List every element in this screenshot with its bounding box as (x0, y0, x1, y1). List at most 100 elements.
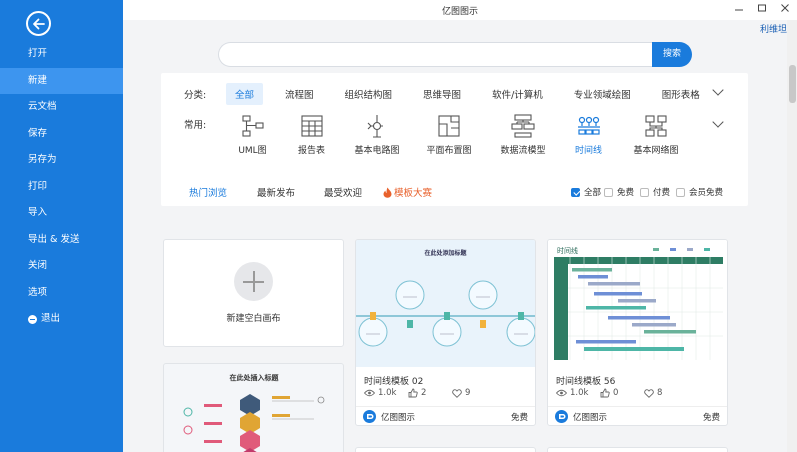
search-button[interactable]: 搜索 (652, 42, 692, 67)
template-card[interactable] (547, 447, 728, 452)
filter-tab-hot[interactable]: 热门浏览 (189, 185, 227, 199)
template-card[interactable]: 在此处插入标题 (163, 363, 344, 452)
sidebar-item-import[interactable]: 导入 (0, 200, 123, 227)
common-item-report[interactable]: 报告表 (282, 113, 341, 156)
filter-bar: 热门浏览 最新发布 最受欢迎 模板大赛 全部 免费 付费 会员免费 (161, 177, 748, 206)
filter-tab-latest[interactable]: 最新发布 (257, 185, 295, 199)
tab-org-chart[interactable]: 组织结构图 (336, 83, 402, 105)
views-stat: 1.0k (364, 388, 408, 398)
filter-check-label: 付费 (653, 188, 671, 198)
tab-professional[interactable]: 专业领域绘图 (565, 83, 640, 105)
filter-check-free[interactable]: 免费 (604, 186, 634, 198)
template-author: 亿图图示 (363, 410, 415, 423)
tab-flowchart[interactable]: 流程图 (276, 83, 323, 105)
maximize-button[interactable] (757, 2, 767, 17)
filter-check-label: 会员免费 (689, 188, 724, 198)
sidebar-item-label: 导入 (28, 207, 48, 218)
likes-count: 2 (421, 388, 427, 398)
checkbox[interactable] (676, 187, 685, 197)
edraw-logo-icon (363, 410, 376, 423)
common-item-label: 数据流模型 (500, 146, 546, 156)
tab-mind-map[interactable]: 思维导图 (414, 83, 470, 105)
favs-count: 8 (657, 388, 663, 398)
dataflow-icon (511, 114, 535, 138)
exit-icon (28, 314, 37, 324)
sidebar-item-label: 选项 (28, 286, 48, 298)
eye-icon (364, 389, 375, 397)
common-item-floorplan[interactable]: 平面布置图 (413, 113, 485, 156)
window-title: 亿图图示 (441, 7, 478, 17)
likes-stat[interactable]: 2 (408, 388, 452, 398)
filter-check-all[interactable]: 全部 (571, 186, 601, 198)
sidebar-item-close[interactable]: 关闭 (0, 253, 123, 280)
new-blank-canvas-card[interactable]: 新建空白画布 (163, 239, 344, 347)
favs-count: 9 (465, 388, 471, 398)
category-label: 分类: (184, 90, 207, 101)
common-item-circuit[interactable]: 基本电路图 (341, 113, 413, 156)
filter-tab-label: 模板大赛 (394, 188, 433, 199)
filter-check-label: 免费 (617, 188, 635, 198)
checkbox[interactable] (604, 187, 613, 197)
filter-check-member-free[interactable]: 会员免费 (676, 186, 723, 198)
common-item-network[interactable]: 基本网络图 (616, 113, 696, 156)
template-stats: 1.0k 0 8 (556, 388, 688, 398)
app-window: 打开 新建 云文档 保存 另存为 打印 导入 导出 & 发送 关闭 选项 退出 … (0, 0, 797, 452)
minimize-icon (735, 9, 743, 11)
sidebar-item-export-send[interactable]: 导出 & 发送 (0, 227, 123, 254)
sidebar-item-cloud-docs[interactable]: 云文档 (0, 94, 123, 121)
sidebar-item-options[interactable]: 选项 (0, 280, 123, 307)
checkbox-checked[interactable] (571, 187, 580, 197)
fire-icon (383, 187, 392, 198)
sidebar-item-print[interactable]: 打印 (0, 174, 123, 201)
sidebar-item-save-as[interactable]: 另存为 (0, 147, 123, 174)
filter-tab-contest[interactable]: 模板大赛 (383, 185, 432, 199)
template-card[interactable] (355, 447, 536, 452)
common-item-label: 平面布置图 (426, 146, 472, 156)
views-count: 1.0k (570, 388, 589, 398)
views-stat: 1.0k (556, 388, 600, 398)
checkbox[interactable] (640, 187, 649, 197)
template-name: 时间线模板 56 (556, 377, 616, 387)
filter-check-paid[interactable]: 付费 (640, 186, 670, 198)
favs-stat[interactable]: 9 (452, 388, 496, 398)
back-button[interactable] (26, 11, 51, 36)
filter-tab-popular[interactable]: 最受欢迎 (324, 185, 362, 199)
scrollbar[interactable] (787, 20, 797, 452)
likes-stat[interactable]: 0 (600, 388, 644, 398)
search-input[interactable] (218, 42, 652, 67)
common-item-timeline[interactable]: 时间线 (561, 113, 616, 156)
eye-icon (556, 389, 567, 397)
template-name: 时间线模板 02 (364, 377, 424, 387)
sidebar-item-label: 退出 (41, 313, 61, 324)
sidebar: 打开 新建 云文档 保存 另存为 打印 导入 导出 & 发送 关闭 选项 退出 (0, 0, 123, 452)
tab-graphic-table[interactable]: 图形表格 (653, 83, 709, 105)
minimize-button[interactable] (734, 2, 744, 17)
template-card[interactable]: 在此处添加标题 时间线模板 02 1.0k 2 9 亿图图示 免费 (355, 239, 536, 426)
expand-common-chevron-icon[interactable] (712, 116, 724, 128)
sidebar-item-open[interactable]: 打开 (0, 41, 123, 68)
common-diagram-types: UML图 报告表 基本电路图 平面布置图 数据流模型 时间线 基本网络图 (223, 113, 696, 156)
main-content: 搜索 分类: 全部 流程图 组织结构图 思维导图 软件/计算机 专业领域绘图 图… (123, 20, 785, 452)
scroll-thumb[interactable] (789, 65, 796, 103)
common-item-label: 基本网络图 (633, 146, 679, 156)
tab-software[interactable]: 软件/计算机 (483, 83, 552, 105)
favs-stat[interactable]: 8 (644, 388, 688, 398)
close-button[interactable] (780, 2, 790, 17)
network-icon (645, 115, 667, 137)
tab-all[interactable]: 全部 (226, 83, 264, 105)
sidebar-item-save[interactable]: 保存 (0, 121, 123, 148)
sidebar-item-label: 保存 (28, 127, 48, 139)
common-item-dataflow[interactable]: 数据流模型 (485, 113, 561, 156)
report-icon (300, 115, 323, 137)
common-item-uml[interactable]: UML图 (223, 113, 282, 156)
sidebar-item-exit[interactable]: 退出 (0, 306, 123, 333)
floorplan-icon (438, 115, 460, 137)
timeline-icon (577, 116, 600, 135)
sidebar-menu: 打开 新建 云文档 保存 另存为 打印 导入 导出 & 发送 关闭 选项 退出 (0, 41, 123, 333)
new-blank-label: 新建空白画布 (226, 314, 281, 324)
sidebar-item-new[interactable]: 新建 (0, 67, 123, 94)
template-card[interactable]: 时间线 时间线模板 56 1.0k 0 8 亿图图示 免费 (547, 239, 728, 426)
circuit-icon (367, 115, 383, 138)
category-panel: 分类: 全部 流程图 组织结构图 思维导图 软件/计算机 专业领域绘图 图形表格… (161, 73, 748, 188)
template-footer: 亿图图示 免费 (548, 406, 727, 425)
